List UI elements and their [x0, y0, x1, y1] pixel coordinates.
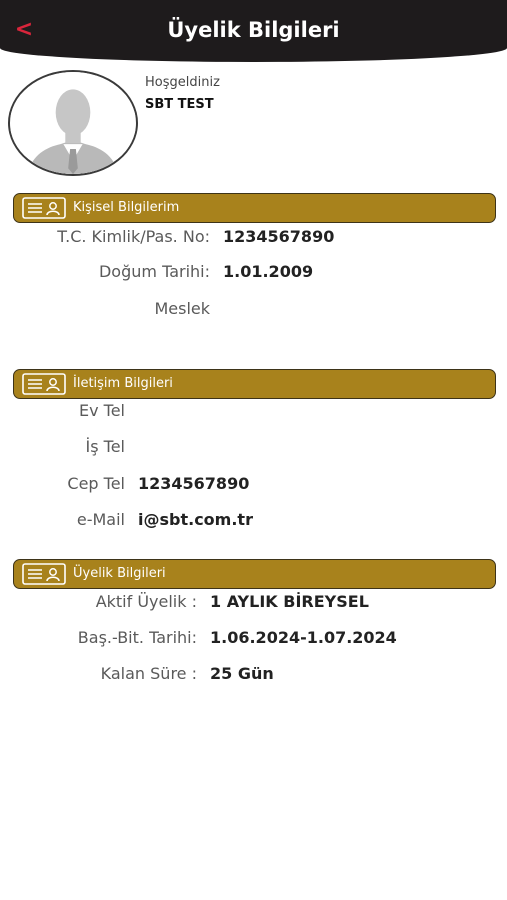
id-card-icon [22, 197, 66, 219]
welcome-text: Hoşgeldiniz [145, 75, 220, 90]
remaining-time-value: 25 Gün [210, 664, 274, 683]
user-silhouette-icon [10, 72, 136, 174]
id-number-value: 1234567890 [223, 227, 335, 246]
membership-period-value: 1.06.2024-1.07.2024 [210, 628, 397, 647]
app-header: < Üyelik Bilgileri [0, 0, 507, 62]
email-value: i@sbt.com.tr [138, 510, 253, 529]
remaining-time-label: Kalan Süre : [100, 664, 197, 683]
section-title-membership: Üyelik Bilgileri [73, 566, 166, 581]
mobile-phone-value: 1234567890 [138, 474, 250, 493]
email-label: e-Mail [76, 510, 125, 529]
occupation-label: Meslek [154, 299, 210, 318]
page-title: Üyelik Bilgileri [167, 18, 340, 42]
active-membership-value: 1 AYLIK BİREYSEL [210, 592, 369, 611]
birth-date-label: Doğum Tarihi: [98, 262, 210, 281]
section-title-personal: Kişisel Bilgilerim [73, 200, 180, 215]
membership-period-label: Baş.-Bit. Tarihi: [77, 628, 197, 647]
section-header-contact: İletişim Bilgileri [13, 369, 496, 399]
user-name: SBT TEST [145, 97, 214, 112]
section-header-membership: Üyelik Bilgileri [13, 559, 496, 589]
avatar [8, 70, 138, 176]
home-phone-label: Ev Tel [78, 401, 125, 420]
work-phone-label: İş Tel [85, 437, 125, 456]
section-title-contact: İletişim Bilgileri [73, 376, 173, 391]
section-header-personal: Kişisel Bilgilerim [13, 193, 496, 223]
active-membership-label: Aktif Üyelik : [95, 592, 197, 611]
mobile-phone-label: Cep Tel [67, 474, 125, 493]
id-card-icon [22, 373, 66, 395]
id-number-label: T.C. Kimlik/Pas. No: [57, 227, 210, 246]
birth-date-value: 1.01.2009 [223, 262, 314, 281]
id-card-icon [22, 563, 66, 585]
